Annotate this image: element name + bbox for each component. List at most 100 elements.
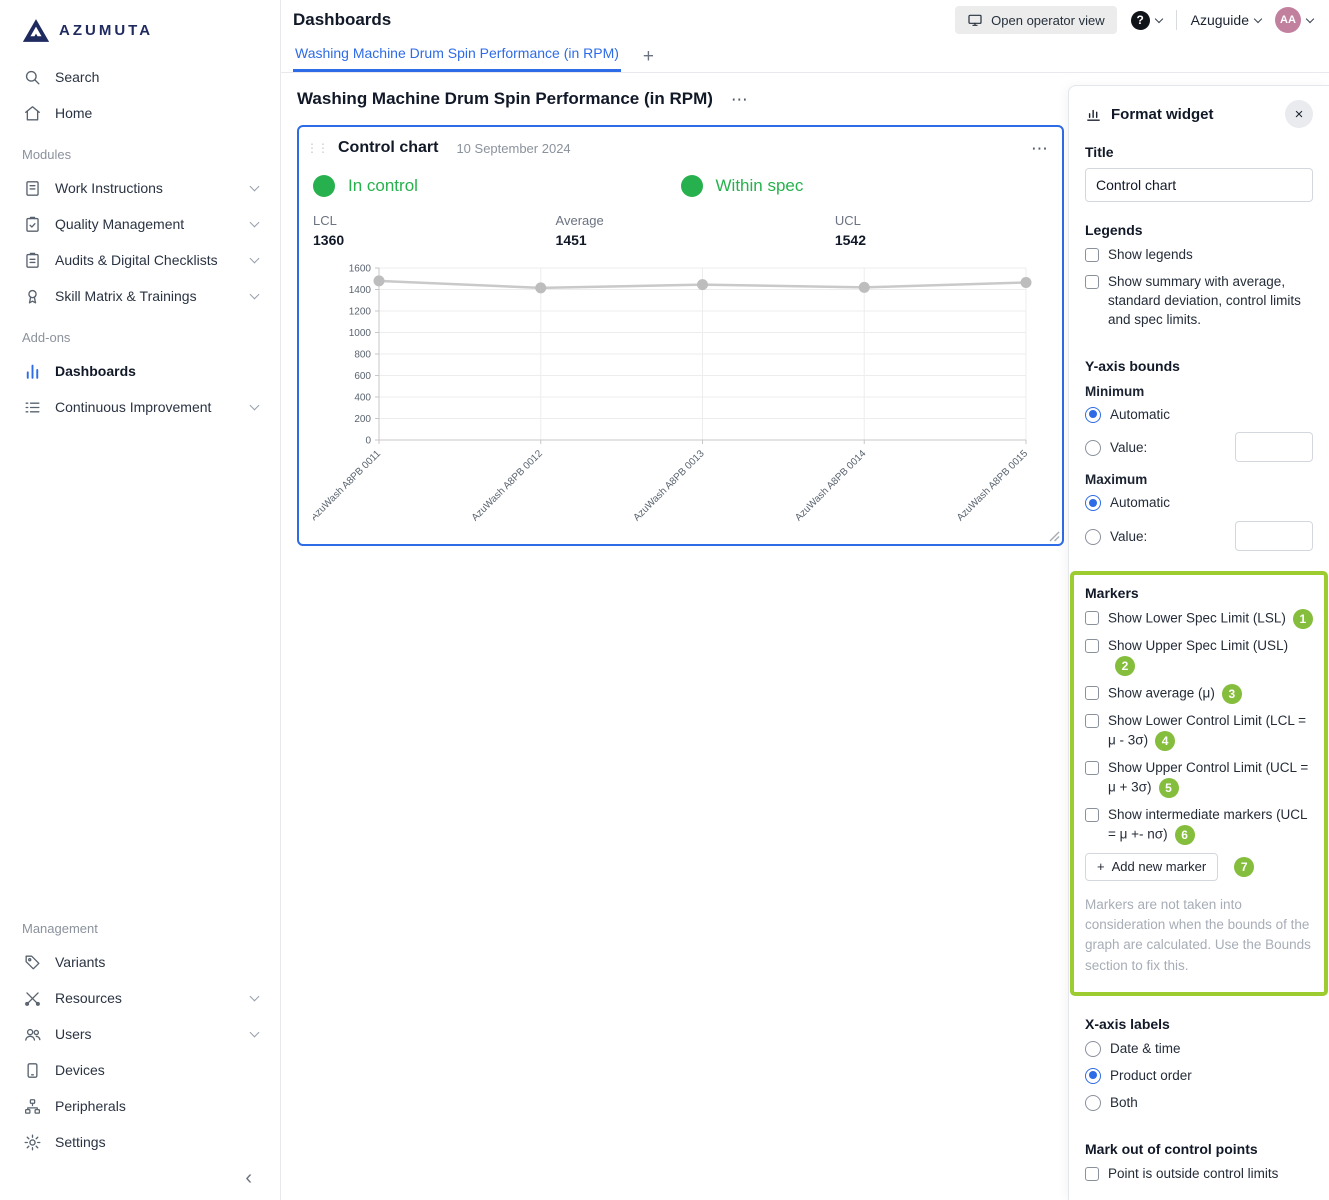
sidebar-item-skill-matrix-trainings[interactable]: Skill Matrix & Trainings [12,278,268,314]
maximum-value-radio[interactable] [1085,529,1101,545]
chevron-down-icon [250,254,260,264]
status-within-spec: Within spec [681,175,1049,197]
close-icon[interactable]: × [1285,100,1313,128]
svg-text:200: 200 [354,414,371,425]
brand-logo[interactable]: AZUMUTA [0,14,280,59]
sidebar-item-home[interactable]: Home [12,95,268,131]
tab-washing-machine-dashboard[interactable]: Washing Machine Drum Spin Performance (i… [293,45,621,72]
widget-status-row: In control Within spec [313,175,1048,197]
outside-control-limits-checkbox-row: Point is outside control limits [1085,1165,1313,1184]
show-intermediate-markers-checkbox[interactable] [1085,808,1099,822]
resize-handle[interactable] [1049,531,1060,542]
sidebar-item-label: Quality Management [55,216,184,232]
sidebar-item-continuous-improvement[interactable]: Continuous Improvement [12,389,268,425]
svg-text:800: 800 [354,350,371,361]
legends-heading: Legends [1085,222,1313,238]
out-of-control-heading: Mark out of control points [1085,1141,1313,1157]
checkbox-label: Show intermediate markers (UCL = μ +- nσ… [1108,807,1307,841]
checkbox-label: Show Lower Spec Limit (LSL) [1108,611,1286,626]
y-bounds-heading: Y-axis bounds [1085,358,1313,374]
show-average-checkbox[interactable] [1085,686,1099,700]
checkbox-label: Show Upper Control Limit (UCL = μ + 3σ) [1108,760,1308,794]
open-operator-view-button[interactable]: Open operator view [955,6,1116,34]
sidebar-item-audits-digital-checklists[interactable]: Audits & Digital Checklists [12,242,268,278]
radio-label: Date & time [1110,1040,1313,1059]
show-ucl-checkbox[interactable] [1085,761,1099,775]
maximum-automatic-radio[interactable] [1085,495,1101,511]
show-ucl-checkbox-row: Show Upper Control Limit (UCL = μ + 3σ)5 [1085,759,1313,798]
show-lcl-checkbox[interactable] [1085,714,1099,728]
azuguide-menu[interactable]: Azuguide [1191,12,1261,28]
widget-title-input[interactable] [1085,168,1313,202]
sidebar-item-devices[interactable]: Devices [12,1052,268,1088]
outside-control-limits-checkbox[interactable] [1085,1167,1099,1181]
brand-name: AZUMUTA [59,22,153,39]
sidebar-item-label: Skill Matrix & Trainings [55,288,197,304]
x-axis-date-time-radio[interactable] [1085,1041,1101,1057]
sidebar-item-peripherals[interactable]: Peripherals [12,1088,268,1124]
radio-label: Automatic [1110,494,1313,513]
sidebar-collapse-button[interactable]: ‹ [245,1168,252,1188]
minimum-automatic-radio[interactable] [1085,407,1101,423]
maximum-label: Maximum [1085,472,1313,487]
sidebar-item-label: Users [55,1026,92,1042]
help-menu[interactable]: ? [1131,11,1162,30]
control-chart-widget[interactable]: ⋮⋮ Control chart 10 September 2024 ⋯ In … [297,125,1064,546]
sidebar-item-work-instructions[interactable]: Work Instructions [12,170,268,206]
sidebar-item-dashboards[interactable]: Dashboards [12,353,268,389]
sidebar-item-users[interactable]: Users [12,1016,268,1052]
sidebar-item-search[interactable]: Search [12,59,268,95]
panel-title: Format widget [1111,106,1214,123]
show-legends-checkbox[interactable] [1085,248,1099,262]
show-summary-checkbox[interactable] [1085,275,1099,289]
plus-icon: + [1097,859,1105,874]
chevron-down-icon [250,992,260,1002]
status-in-control: In control [313,175,681,197]
open-operator-view-label: Open operator view [991,13,1104,28]
svg-text:1000: 1000 [349,328,372,339]
show-lcl-checkbox-row: Show Lower Control Limit (LCL = μ - 3σ)4 [1085,712,1313,751]
sidebar-item-variants[interactable]: Variants [12,944,268,980]
dashboard-menu-button[interactable]: ⋯ [731,91,748,108]
green-status-dot-icon [681,175,703,197]
clipboard-check-icon [22,214,42,234]
search-icon [22,67,42,87]
x-axis-both-radio-row: Both [1085,1094,1313,1113]
sidebar-item-settings[interactable]: Settings [12,1124,268,1160]
chevron-down-icon [1306,14,1314,22]
x-axis-both-radio[interactable] [1085,1095,1101,1111]
sidebar-section-management: Management [12,905,268,944]
markers-note: Markers are not taken into consideration… [1085,895,1313,976]
minimum-value-radio[interactable] [1085,440,1101,456]
stat-value: 1542 [835,232,1048,248]
sidebar-item-quality-management[interactable]: Quality Management [12,206,268,242]
stat-label: UCL [835,213,1048,228]
show-usl-checkbox[interactable] [1085,639,1099,653]
panel-footer: Cancel Save [1085,1191,1313,1200]
title-field-group: Title [1085,144,1313,202]
show-intermediate-markers-checkbox-row: Show intermediate markers (UCL = μ +- nσ… [1085,806,1313,845]
add-marker-row: + Add new marker 7 [1085,853,1313,881]
chevron-down-icon [250,290,260,300]
drag-handle-icon[interactable]: ⋮⋮ [306,141,328,155]
maximum-value-input[interactable] [1235,521,1313,551]
widget-menu-button[interactable]: ⋯ [1031,140,1048,157]
app-root: AZUMUTA Search Home Modules Work Instruc… [0,0,1329,1200]
maximum-value-row: Value: [1085,521,1313,551]
stat-value: 1360 [313,232,556,248]
clipboard-list-icon [22,250,42,270]
sidebar-item-label: Variants [55,954,105,970]
x-axis-product-order-radio[interactable] [1085,1068,1101,1084]
title-field-label: Title [1085,144,1313,160]
add-tab-button[interactable]: + [639,47,658,72]
account-menu[interactable]: AA [1275,7,1313,33]
legends-section: Legends Show legends Show summary with a… [1085,222,1313,338]
sidebar-item-resources[interactable]: Resources [12,980,268,1016]
widget-header: ⋮⋮ Control chart 10 September 2024 ⋯ [313,139,1048,157]
annotation-badge: 5 [1159,778,1179,798]
minimum-value-input[interactable] [1235,432,1313,462]
add-new-marker-button[interactable]: + Add new marker [1085,853,1218,881]
stat-value: 1451 [556,232,835,248]
bar-chart-icon [22,361,42,381]
show-lsl-checkbox[interactable] [1085,611,1099,625]
